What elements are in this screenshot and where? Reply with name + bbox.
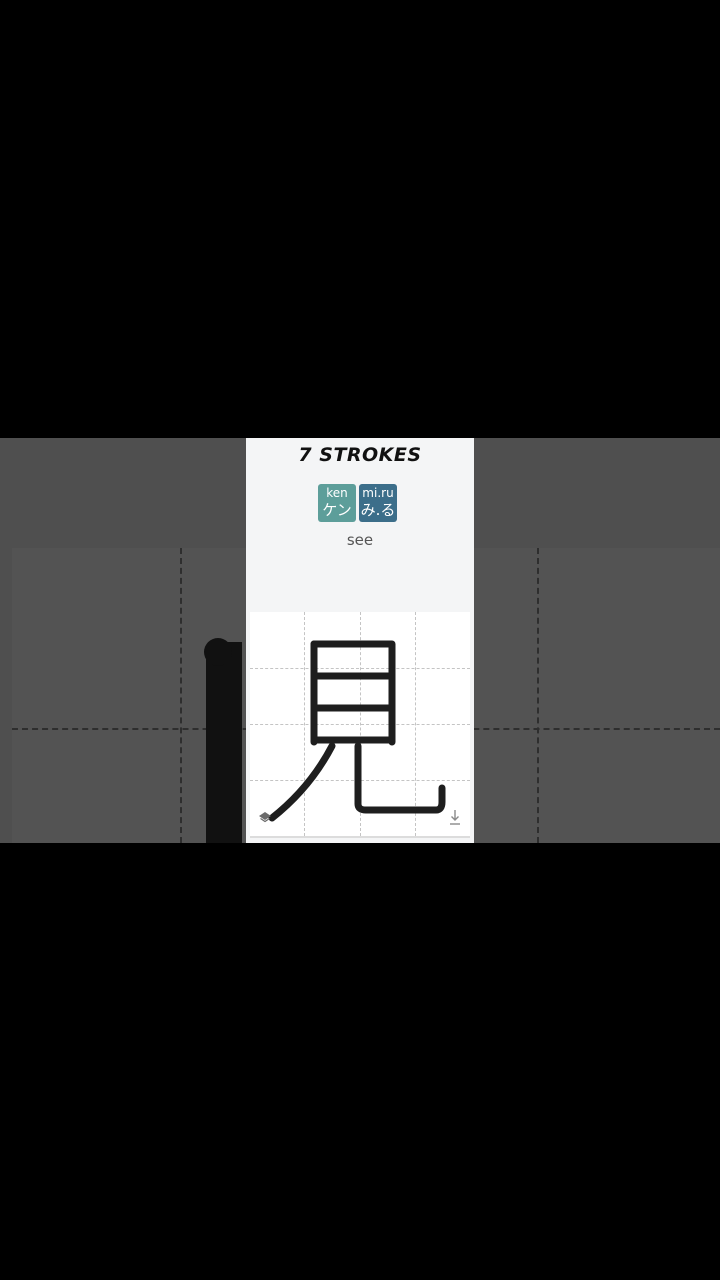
readings-row: ken ケン mi.ru み.る (318, 484, 397, 522)
background-kanji-stroke-cap (204, 638, 232, 666)
background-grid-line (180, 548, 182, 843)
kanji-card: 7 STROKES ken ケン mi.ru み.る see (246, 438, 474, 843)
kanji-stroke (268, 742, 336, 822)
reading-romaji: ken (326, 486, 348, 500)
layers-icon[interactable] (258, 810, 272, 824)
kanji-strokes (268, 640, 446, 822)
reading-kana: み.る (360, 501, 396, 519)
onyomi-reading-badge[interactable]: ken ケン (318, 484, 356, 522)
stroke-count-title: 7 STROKES (298, 444, 422, 466)
stroke-order-canvas[interactable] (250, 612, 470, 836)
kanji-stroke (354, 742, 446, 814)
download-icon[interactable] (448, 808, 462, 826)
reading-romaji: mi.ru (362, 486, 394, 500)
reading-kana: ケン (322, 501, 352, 519)
kunyomi-reading-badge[interactable]: mi.ru み.る (359, 484, 397, 522)
kanji-meaning: see (346, 531, 374, 549)
canvas-bottom-edge (250, 836, 470, 838)
background-grid-line (537, 548, 539, 843)
background-kanji-stroke (206, 642, 242, 843)
kanji-stroke (310, 640, 396, 746)
